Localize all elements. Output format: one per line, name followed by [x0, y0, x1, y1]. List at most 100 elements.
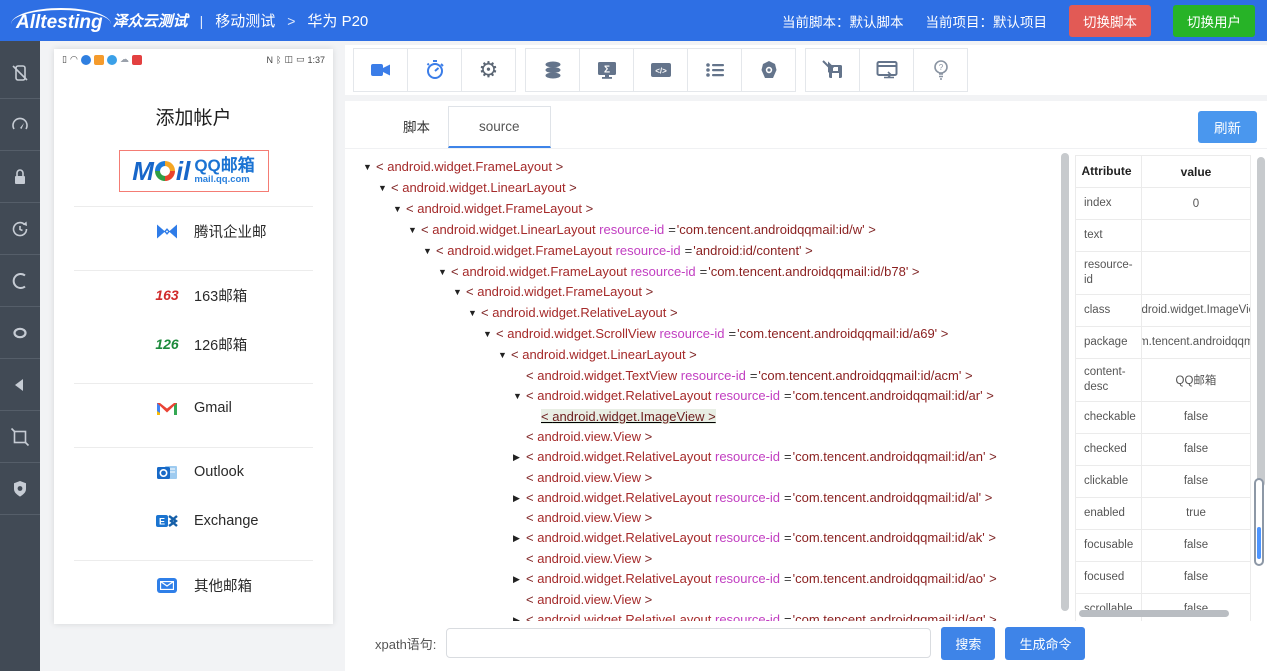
account-item-gmail[interactable]: Gmail [54, 384, 333, 433]
tree-node[interactable]: ▶< android.widget.RelativeLayout resourc… [355, 569, 1061, 590]
account-item-163[interactable]: 163 163邮箱 [54, 271, 333, 320]
expand-arrow-icon[interactable]: ▼ [393, 200, 406, 220]
tree-node[interactable]: < android.widget.ImageView > [355, 407, 1061, 427]
expand-arrow-icon[interactable]: ▼ [483, 325, 496, 345]
refresh-button[interactable]: 刷新 [1198, 111, 1257, 143]
tree-node[interactable]: ▶< android.widget.RelativeLayout resourc… [355, 610, 1061, 621]
code-icon[interactable]: </> [633, 48, 688, 92]
tree-node[interactable]: ▼< android.widget.FrameLayout > [355, 282, 1061, 303]
account-item-tencent-exmail[interactable]: 腾讯企业邮 [54, 207, 333, 256]
phone-screen[interactable]: ▯ ◠ ☁ N ᛒ ◫ ▭ 1:37 添加帐户 [54, 49, 333, 624]
lock-icon[interactable] [0, 151, 40, 203]
tree-node[interactable]: < android.view.View > [355, 427, 1061, 447]
tree-scrollbar[interactable] [1061, 153, 1069, 611]
generate-command-button[interactable]: 生成命令 [1005, 627, 1085, 660]
qqmail-cn-label: QQ邮箱 [194, 157, 254, 175]
save-import-icon[interactable] [805, 48, 860, 92]
bulb-icon[interactable]: ? [913, 48, 968, 92]
xpath-input[interactable] [446, 628, 931, 658]
qqmail-logo-selected[interactable]: M il QQ邮箱 mail.qq.com [119, 150, 269, 192]
tree-node[interactable]: ▶< android.widget.RelativeLayout resourc… [355, 528, 1061, 549]
expand-arrow-icon[interactable]: ▼ [423, 242, 436, 262]
tree-node[interactable]: ▼< android.widget.LinearLayout > [355, 178, 1061, 199]
refresh-time-icon[interactable] [0, 203, 40, 255]
tree-node[interactable]: ▶< android.widget.RelativeLayout resourc… [355, 488, 1061, 509]
xpath-search-button[interactable]: 搜索 [941, 627, 995, 660]
switch-user-button[interactable]: 切换用户 [1173, 5, 1255, 37]
breadcrumb-device[interactable]: 华为 P20 [307, 10, 368, 31]
expand-arrow-icon[interactable]: ▼ [498, 346, 511, 366]
account-item-other-mail[interactable]: 其他邮箱 [54, 561, 333, 610]
rotate-icon[interactable] [0, 255, 40, 307]
badge-icon[interactable] [741, 48, 796, 92]
tree-node[interactable]: ▼< android.widget.FrameLayout resource-i… [355, 262, 1061, 283]
collapse-arrow-icon[interactable]: ▶ [513, 489, 526, 509]
expand-arrow-icon[interactable]: ▼ [438, 263, 451, 283]
back-triangle-icon[interactable] [0, 359, 40, 411]
collapse-arrow-icon[interactable]: ▶ [513, 529, 526, 549]
expand-arrow-icon[interactable]: ▼ [363, 158, 376, 178]
window-scrollbar[interactable] [1254, 478, 1264, 566]
attribute-row: classandroid.widget.ImageView [1076, 295, 1250, 327]
tab-source[interactable]: source [448, 106, 551, 148]
attribute-row: focusedfalse [1076, 562, 1250, 594]
list-icon[interactable] [687, 48, 742, 92]
attribute-value: false [1142, 434, 1250, 465]
shield-icon[interactable] [0, 463, 40, 515]
tree-node[interactable]: ▼< android.widget.FrameLayout resource-i… [355, 241, 1061, 262]
expand-arrow-icon[interactable]: ▼ [468, 304, 481, 324]
tree-node[interactable]: ▼< android.widget.FrameLayout > [355, 199, 1061, 220]
sigma-monitor-icon[interactable]: Σ [579, 48, 634, 92]
collapse-arrow-icon[interactable]: ▶ [513, 570, 526, 590]
tree-node[interactable]: < android.view.View > [355, 508, 1061, 528]
notify-app-icon [81, 55, 91, 65]
collapse-arrow-icon[interactable]: ▶ [513, 448, 526, 468]
qqmail-domain: mail.qq.com [194, 175, 254, 185]
breadcrumb-section[interactable]: 移动测试 [215, 10, 275, 31]
database-icon[interactable] [525, 48, 580, 92]
attribute-row: clickablefalse [1076, 466, 1250, 498]
logo-letters-il: il [176, 158, 190, 184]
attribute-row: packagecom.tencent.androidqqmail [1076, 327, 1250, 359]
logo-swoosh-decoration [11, 8, 111, 24]
logo-letter-m: M [132, 158, 154, 184]
switch-script-button[interactable]: 切换脚本 [1069, 5, 1151, 37]
account-item-126[interactable]: 126 126邮箱 [54, 320, 333, 369]
video-record-icon[interactable] [353, 48, 408, 92]
svg-text:E: E [159, 517, 165, 527]
ellipse-icon[interactable] [0, 307, 40, 359]
attribute-scrollbar-horizontal[interactable] [1079, 610, 1229, 617]
tree-node[interactable]: ▼< android.widget.LinearLayout resource-… [355, 220, 1061, 241]
tree-node[interactable]: ▼< android.widget.LinearLayout > [355, 345, 1061, 366]
expand-arrow-icon[interactable]: ▼ [408, 221, 421, 241]
attribute-value: com.tencent.androidqqmail [1142, 327, 1250, 358]
speedometer-icon[interactable] [0, 99, 40, 151]
attribute-row: enabledtrue [1076, 498, 1250, 530]
tree-node[interactable]: < android.view.View > [355, 468, 1061, 488]
tree-node[interactable]: < android.view.View > [355, 549, 1061, 569]
tree-node[interactable]: ▼< android.widget.RelativeLayout resourc… [355, 386, 1061, 407]
attribute-value: false [1142, 466, 1250, 497]
device-disconnect-icon[interactable] [0, 47, 40, 99]
attribute-scrollbar-vertical[interactable] [1257, 157, 1265, 487]
attribute-row: resource-id [1076, 252, 1250, 295]
tree-node[interactable]: ▼< android.widget.RelativeLayout > [355, 303, 1061, 324]
timer-icon[interactable] [407, 48, 462, 92]
tab-script[interactable]: 脚本 [385, 104, 448, 148]
tree-node[interactable]: < android.widget.TextView resource-id='c… [355, 366, 1061, 386]
account-item-outlook[interactable]: Outlook [54, 448, 333, 497]
collapse-arrow-icon[interactable]: ▶ [513, 611, 526, 621]
account-item-exchange[interactable]: E Exchange [54, 497, 333, 546]
gear-icon[interactable]: ⚙ [461, 48, 516, 92]
expand-arrow-icon[interactable]: ▼ [378, 179, 391, 199]
netease-126-icon: 126 [154, 336, 180, 352]
crop-icon[interactable] [0, 411, 40, 463]
expand-arrow-icon[interactable]: ▼ [513, 387, 526, 407]
tree-node[interactable]: ▼< android.widget.FrameLayout > [355, 157, 1061, 178]
tree-node[interactable]: ▶< android.widget.RelativeLayout resourc… [355, 447, 1061, 468]
tree-node[interactable]: ▼< android.widget.ScrollView resource-id… [355, 324, 1061, 345]
window-transfer-icon[interactable] [859, 48, 914, 92]
expand-arrow-icon[interactable]: ▼ [453, 283, 466, 303]
sim-icon: ▯ [62, 54, 67, 65]
tree-node[interactable]: < android.view.View > [355, 590, 1061, 610]
